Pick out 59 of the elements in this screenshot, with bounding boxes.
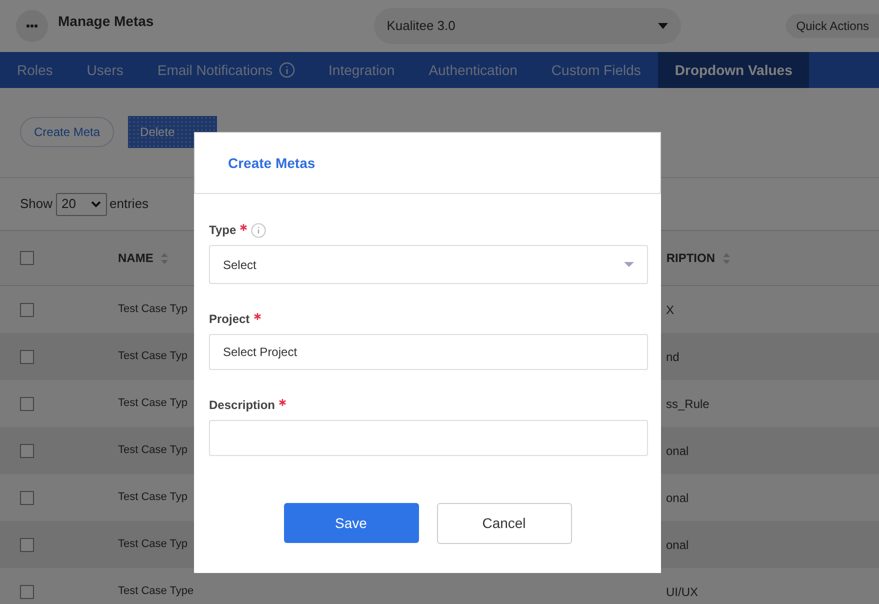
field-label: Type [209,222,236,239]
page-title: Manage Metas [58,12,154,31]
checkbox[interactable] [20,444,34,458]
table-cell-text: Test Case Typ [118,490,188,506]
entries-label: entries [110,195,149,214]
table-cell-text: Test Case Typ [118,443,188,458]
table-cell-text: Test Case Type [118,584,195,600]
dialog-title: Create Metas [228,154,316,172]
nav-tab[interactable]: Users [70,52,140,88]
create-meta-button[interactable]: Create Meta [20,116,114,146]
sort-icon[interactable] [161,252,168,264]
table-cell-text: onal [666,490,689,506]
more-icon [26,24,38,28]
checkbox[interactable] [20,302,34,316]
nav-tab[interactable]: Integration [312,52,412,88]
table-cell-text: ss_Rule [666,396,710,412]
field-label: Description [209,397,276,414]
table-cell-text: onal [666,442,689,460]
checkbox[interactable] [20,490,34,504]
caret-icon [624,262,634,267]
table-cell-text: X [666,302,674,318]
column-title: NAME [118,250,154,267]
select-placeholder: Select [223,256,256,274]
nav-tab[interactable]: Authentication [412,52,534,88]
input-field[interactable]: Select Project [209,334,648,370]
field-label: Project [209,311,250,328]
show-label: Show [20,195,53,214]
nav-tab[interactable]: Custom Fields [534,52,658,88]
table-cell-text: Test Case Typ [118,537,188,552]
input-field[interactable] [209,420,648,456]
menu-button[interactable] [16,10,48,42]
entries-select[interactable]: 20 [56,192,107,216]
column-header[interactable]: NAME [118,249,168,267]
checkbox[interactable] [20,350,34,364]
project-name: Kualitee 3.0 [386,17,456,36]
quick-actions-button[interactable]: Quick Actions [786,14,879,38]
nav-tab[interactable]: Dropdown Values [658,52,810,88]
save-button[interactable]: Save [284,503,418,543]
table-cell-text: onal [666,536,689,554]
type-select[interactable]: Select [209,245,648,284]
checkbox[interactable] [20,538,34,552]
column-title: RIPTION [666,250,716,267]
cancel-button[interactable]: Cancel [436,503,572,544]
caret-icon [658,23,668,29]
project-dropdown[interactable]: Kualitee 3.0 [374,8,681,44]
entries-value: 20 [62,195,76,214]
table-cell-text: Test Case Typ [118,302,188,318]
chevron-icon [90,200,101,208]
table-cell-text: UI/UX [666,584,698,600]
table-cell-text: Test Case Typ [118,396,188,412]
checkbox[interactable] [20,396,34,410]
column-header[interactable]: RIPTION [666,249,730,267]
sort-icon[interactable] [723,252,730,264]
nav-tab[interactable]: Email Notifications [140,52,312,88]
nav-tab[interactable]: Roles [0,52,70,88]
checkbox[interactable] [20,251,34,265]
checkbox[interactable] [20,584,34,598]
table-cell-text: Test Case Typ [118,349,188,364]
table-cell-text: nd [666,348,680,366]
